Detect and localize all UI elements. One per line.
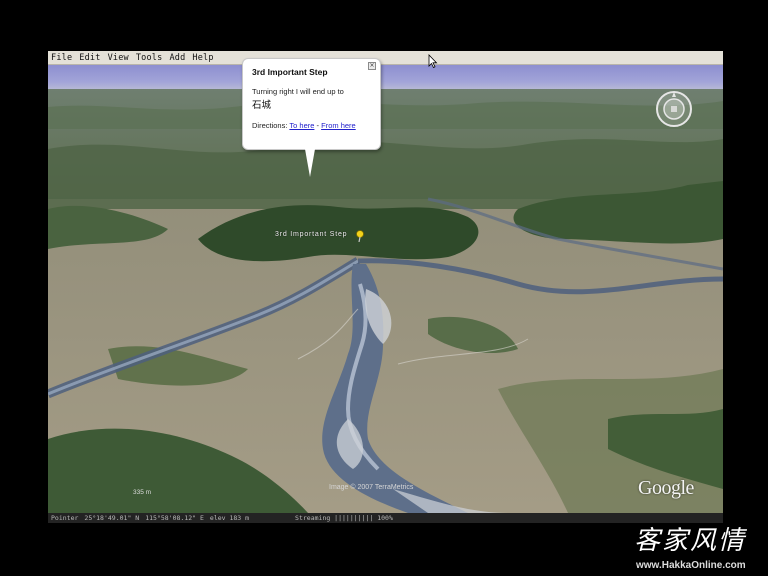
pointer-label: Pointer [51, 514, 79, 522]
compass-ring-icon[interactable] [655, 90, 693, 128]
placemark-label: 3rd Important Step [275, 231, 348, 238]
directions-label: Directions: [252, 121, 288, 130]
balloon-pointer [305, 149, 315, 177]
balloon-title: 3rd Important Step [252, 67, 328, 77]
terrain-view[interactable] [48, 89, 723, 513]
navigation-compass[interactable] [655, 90, 693, 128]
google-logo: Google [638, 477, 694, 499]
pushpin-icon[interactable] [355, 230, 365, 242]
latitude-readout: 25°18'49.01" N [84, 514, 140, 522]
menu-help[interactable]: Help [192, 53, 213, 63]
mouse-cursor-icon [428, 54, 438, 68]
balloon-place-name: 石城 [252, 100, 272, 111]
watermark-logo: 客家风情 [634, 526, 747, 556]
placemark-balloon: × 3rd Important Step Turning right I wil… [242, 58, 381, 150]
menu-view[interactable]: View [108, 53, 129, 63]
scale-legend: 335 m [133, 489, 152, 496]
balloon-directions: Directions: To here - From here [252, 121, 371, 131]
status-bar: Pointer 25°18'49.01" N 115°58'08.12" E e… [48, 513, 723, 523]
close-icon[interactable]: × [368, 62, 376, 70]
menu-file[interactable]: File [51, 53, 72, 63]
to-here-link[interactable]: To here [289, 121, 314, 130]
elevation-readout: elev 183 m [209, 514, 250, 522]
from-here-link[interactable]: From here [321, 121, 356, 130]
menu-edit[interactable]: Edit [79, 53, 100, 63]
balloon-body: Turning right I will end up to [252, 87, 344, 96]
menu-tools[interactable]: Tools [136, 53, 163, 63]
menu-bar: File Edit View Tools Add Help [48, 51, 723, 65]
longitude-readout: 115°58'08.12" E [145, 514, 204, 522]
directions-separator: - [316, 121, 320, 130]
imagery-credit: Image © 2007 TerraMetrics [329, 484, 414, 491]
watermark-url: www.HakkaOnline.com [636, 560, 746, 571]
google-earth-window: File Edit View Tools Add Help 3rd Import… [48, 51, 723, 523]
menu-add[interactable]: Add [169, 53, 185, 63]
sky-horizon [48, 65, 723, 89]
streaming-indicator: Streaming |||||||||| 100% [295, 514, 393, 522]
